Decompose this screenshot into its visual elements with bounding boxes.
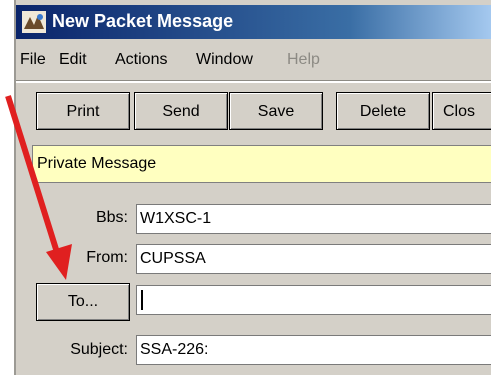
menu-bar: File Edit Actions Window Help [16, 46, 491, 76]
title-bar[interactable]: New Packet Message [16, 5, 491, 39]
menu-help[interactable]: Help [287, 51, 320, 69]
toolbar: Print Send Save Delete Clos [16, 88, 491, 132]
private-message-banner: Private Message [32, 145, 491, 183]
close-button[interactable]: Clos [432, 92, 491, 130]
bbs-field[interactable]: W1XSC-1 [136, 204, 491, 234]
subject-field[interactable]: SSA-226: [136, 335, 491, 365]
menu-edit[interactable]: Edit [59, 51, 87, 69]
window-title: New Packet Message [52, 11, 234, 31]
subject-label: Subject: [70, 341, 128, 358]
packet-message-window: New Packet Message File Edit Actions Win… [14, 0, 491, 375]
save-button[interactable]: Save [229, 92, 323, 130]
print-button[interactable]: Print [36, 92, 130, 130]
menu-file[interactable]: File [20, 51, 46, 69]
from-field[interactable]: CUPSSA [136, 244, 491, 274]
to-button[interactable]: To... [36, 283, 130, 321]
menu-actions[interactable]: Actions [115, 51, 167, 69]
to-field[interactable] [136, 285, 491, 315]
send-button[interactable]: Send [134, 92, 228, 130]
bbs-label: Bbs: [95, 209, 128, 226]
banner-text: Private Message [37, 155, 157, 172]
text-caret [141, 289, 143, 310]
from-label: From: [86, 249, 128, 266]
delete-button[interactable]: Delete [336, 92, 430, 130]
app-icon [22, 11, 46, 33]
menu-window[interactable]: Window [196, 51, 253, 69]
menu-separator [16, 80, 491, 83]
